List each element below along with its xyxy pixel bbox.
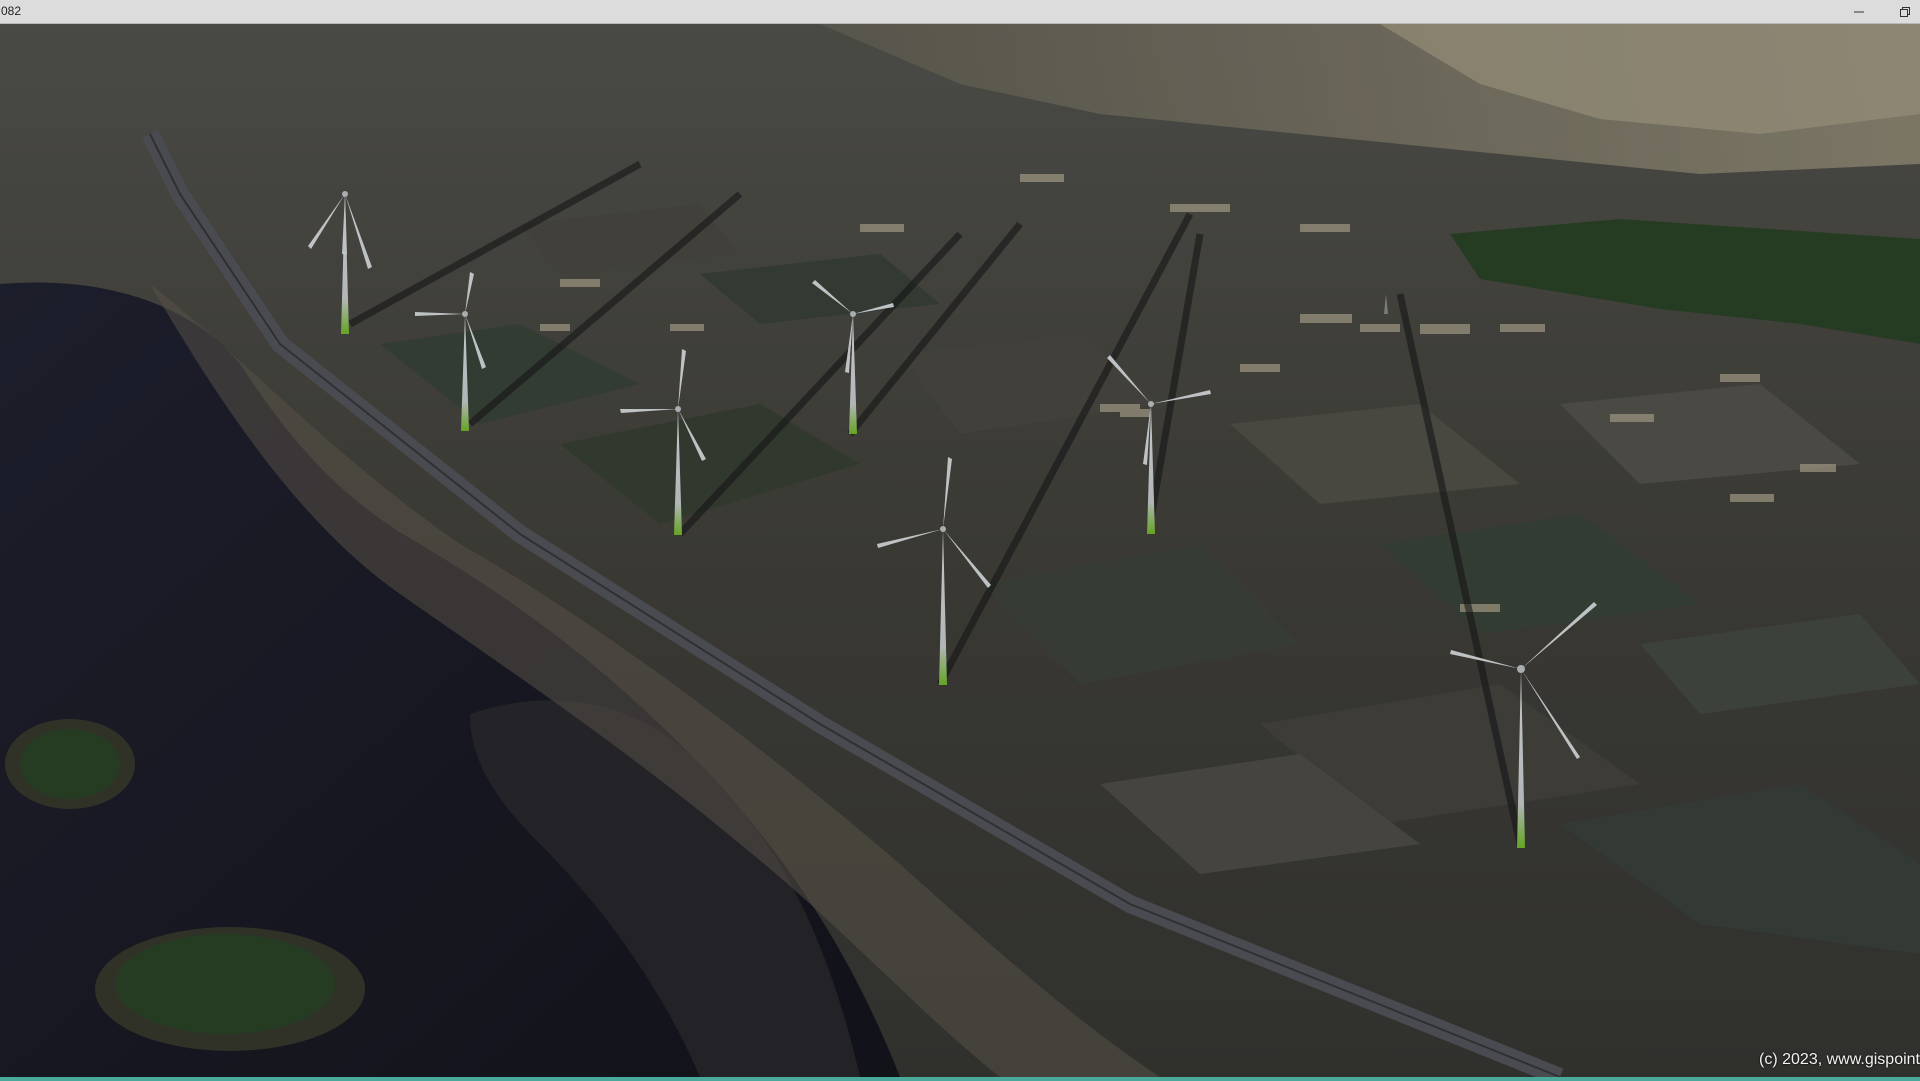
app-window: 082 (c) 2023, www.gispoint: [0, 0, 1920, 1081]
window-title: 082: [1, 4, 22, 18]
shade-overlay: [0, 24, 1920, 1077]
wind-farm-scene[interactable]: [0, 24, 1920, 1077]
minimize-icon: [1854, 11, 1864, 12]
restore-button[interactable]: [1890, 0, 1920, 23]
window-bottom-border: [0, 1077, 1920, 1081]
copyright-label: (c) 2023, www.gispoint: [1759, 1051, 1920, 1068]
title-bar[interactable]: 082: [0, 0, 1920, 24]
3d-map-viewport[interactable]: (c) 2023, www.gispoint: [0, 24, 1920, 1077]
restore-icon: [1900, 6, 1910, 17]
minimize-button[interactable]: [1844, 0, 1874, 23]
